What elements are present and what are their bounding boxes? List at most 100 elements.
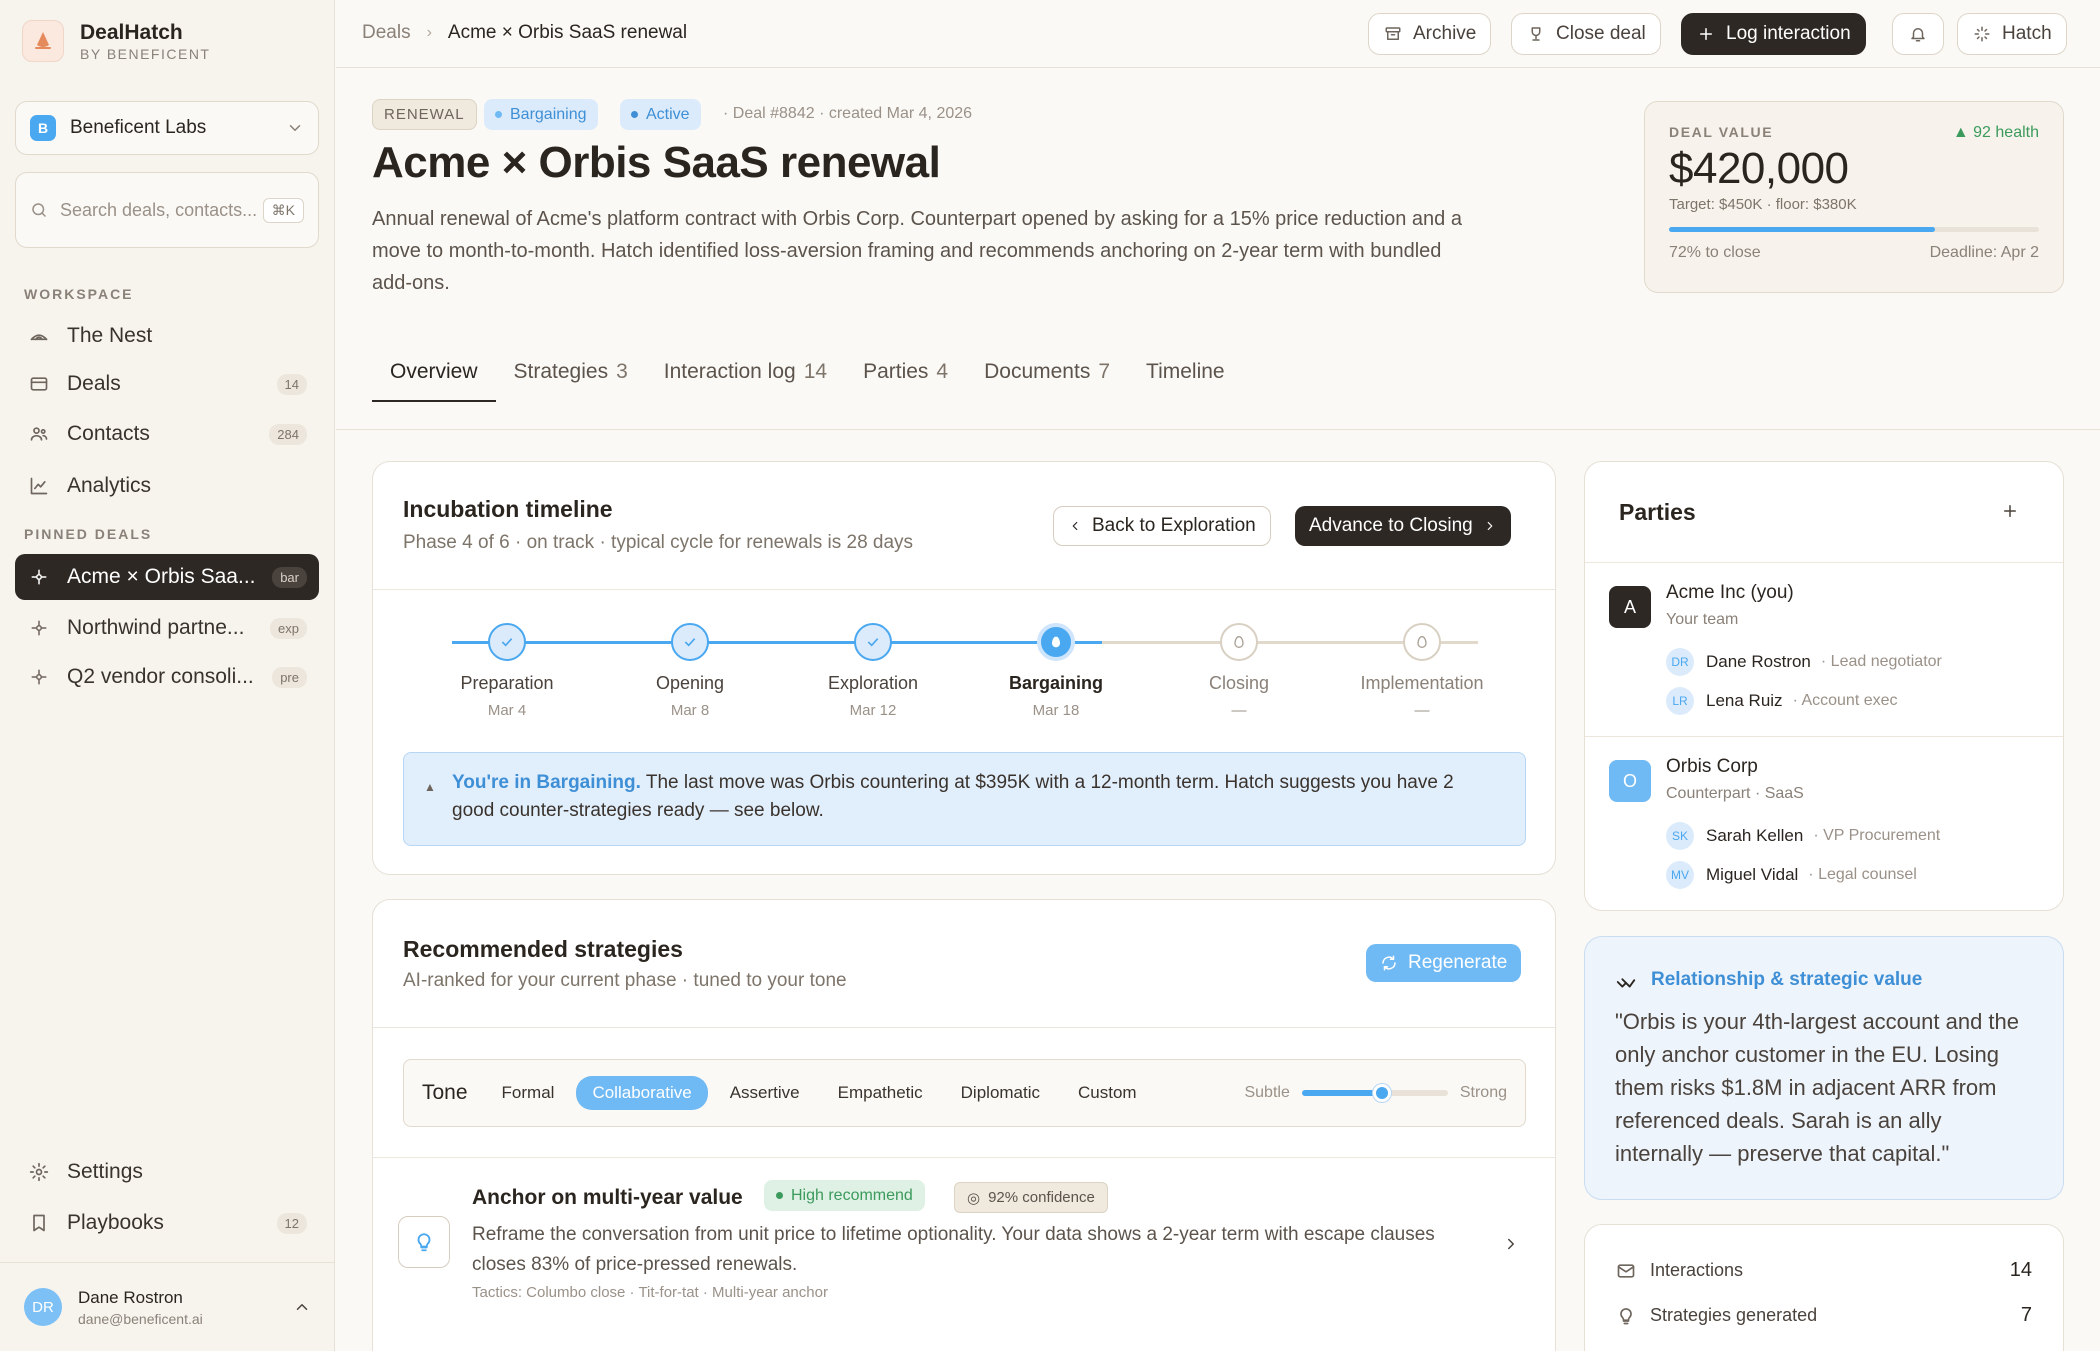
phase-tag-label: Bargaining (510, 105, 587, 123)
strategy-description: Reframe the conversation from unit price… (472, 1224, 1435, 1275)
strategy-tactics: Tactics: Columbo close · Tit-for-tat · M… (472, 1284, 828, 1301)
strategy-item[interactable]: Anchor on multi-year value High recommen… (372, 1157, 1556, 1329)
member-name: Sarah Kellen (1706, 826, 1804, 845)
archive-icon (1383, 24, 1403, 44)
step-closing[interactable]: Closing — (1159, 623, 1319, 719)
user-menu[interactable]: DR Dane Rostron dane@beneficent.ai (0, 1262, 335, 1351)
tab-interaction-log[interactable]: Interaction log 14 (646, 350, 845, 402)
tab-parties[interactable]: Parties 4 (845, 350, 966, 402)
step-bargaining[interactable]: Bargaining Mar 18 (976, 623, 1136, 719)
party-member[interactable]: MV Miguel Vidal · Legal counsel (1666, 861, 1917, 889)
regenerate-button[interactable]: Regenerate (1366, 944, 1522, 982)
pinned-deal-acme-orbis[interactable]: Acme × Orbis Saa... bar (15, 554, 319, 600)
step-preparation[interactable]: Preparation Mar 4 (427, 623, 587, 719)
tab-documents[interactable]: Documents 7 (966, 350, 1128, 402)
close-deal-button[interactable]: Close deal (1511, 13, 1661, 55)
tone-assertive[interactable]: Assertive (714, 1076, 816, 1110)
org-badge: B (30, 115, 56, 141)
nest-icon (27, 324, 51, 348)
add-party-icon[interactable] (2001, 502, 2019, 520)
party-member[interactable]: SK Sarah Kellen · VP Procurement (1666, 822, 1940, 850)
step-name: Exploration (827, 673, 919, 693)
slider-max-label: Strong (1459, 1084, 1507, 1101)
member-name: Miguel Vidal (1706, 865, 1799, 884)
step-opening[interactable]: Opening Mar 8 (610, 623, 770, 719)
tone-collaborative[interactable]: Collaborative (576, 1076, 708, 1110)
search-shortcut: ⌘K (262, 197, 304, 223)
deal-value: $420,000 (1669, 144, 1849, 193)
stat-strategies: Strategies generated 7 (1616, 1304, 2032, 1327)
archive-button[interactable]: Archive (1368, 13, 1492, 55)
slider-fill (1301, 1090, 1383, 1096)
avatar: DR (1666, 648, 1694, 676)
tab-timeline[interactable]: Timeline (1128, 350, 1243, 402)
party-member[interactable]: LR Lena Ruiz · Account exec (1666, 687, 1898, 715)
gear-icon (27, 1160, 51, 1184)
log-interaction-button[interactable]: Log interaction (1681, 13, 1866, 55)
member-name: Dane Rostron (1706, 652, 1811, 671)
deal-stats-card (1584, 1224, 2064, 1351)
advance-to-closing-button[interactable]: Advance to Closing (1295, 506, 1511, 546)
relationship-title: Relationship & strategic value (1651, 969, 1923, 990)
relationship-card: Relationship & strategic value "Orbis is… (1584, 936, 2064, 1200)
contacts-count: 284 (269, 423, 307, 445)
hatch-button[interactable]: Hatch (1957, 13, 2067, 55)
step-implementation[interactable]: Implementation — (1342, 623, 1502, 719)
nav-item-contacts[interactable]: Contacts 284 (15, 411, 319, 457)
tab-label: Overview (390, 360, 478, 383)
hatch-mini-icon: ▲ (424, 780, 436, 794)
pinned-deal-q2-vendor[interactable]: Q2 vendor consoli... pre (15, 654, 319, 700)
trophy-icon (1526, 24, 1546, 44)
check-icon (854, 623, 892, 661)
slider-handle[interactable] (1373, 1084, 1392, 1102)
nav-item-deals[interactable]: Deals 14 (15, 361, 319, 407)
nav-item-settings[interactable]: Settings (15, 1149, 319, 1195)
search-input[interactable]: Search deals, contacts... ⌘K (15, 172, 319, 248)
step-exploration[interactable]: Exploration Mar 12 (793, 623, 953, 719)
nav-item-analytics[interactable]: Analytics (15, 463, 319, 509)
user-name: Dane Rostron (78, 1287, 183, 1307)
nav-item-the-nest[interactable]: The Nest (15, 313, 319, 359)
step-date: Mar 4 (487, 702, 527, 719)
notifications-button[interactable] (1892, 13, 1944, 55)
brand[interactable]: DealHatch BY BENEFICENT (22, 20, 211, 62)
sparkle-icon (1972, 24, 1992, 44)
member-role: · VP Procurement (1813, 827, 1941, 844)
analytics-icon (27, 474, 51, 498)
back-to-exploration-button[interactable]: Back to Exploration (1053, 506, 1271, 546)
pinned-deal-northwind[interactable]: Northwind partne... exp (15, 605, 319, 651)
breadcrumb: Deals › Acme × Orbis SaaS renewal (362, 22, 687, 44)
party-member[interactable]: DR Dane Rostron · Lead negotiator (1666, 648, 1942, 676)
breadcrumb-deals[interactable]: Deals (362, 22, 411, 44)
intensity-slider[interactable] (1301, 1084, 1448, 1102)
avatar: LR (1666, 687, 1694, 715)
step-date: Mar 8 (670, 702, 710, 719)
tone-formal[interactable]: Formal (486, 1076, 571, 1110)
pinned-section-label: PINNED DEALS (24, 526, 153, 542)
step-date: Mar 18 (1032, 702, 1080, 719)
deal-target: Target: $450K · floor: $380K (1669, 196, 1857, 213)
pinned-deal-badge: pre (272, 666, 307, 688)
health-score-label: 92 health (1973, 124, 2039, 141)
nav-item-playbooks[interactable]: Playbooks 12 (15, 1200, 319, 1246)
intensity-slider-group: Subtle Strong (1244, 1084, 1507, 1102)
tab-overview[interactable]: Overview (372, 350, 496, 402)
tone-empathetic[interactable]: Empathetic (822, 1076, 939, 1110)
tone-diplomatic[interactable]: Diplomatic (945, 1076, 1056, 1110)
deals-count: 14 (276, 373, 307, 395)
chevron-left-icon (1068, 519, 1082, 533)
deal-value-card: DEAL VALUE ▲ 92 health $420,000 Target: … (1644, 101, 2064, 293)
tabs-divider (336, 429, 2100, 430)
top-bar: Deals › Acme × Orbis SaaS renewal Archiv… (336, 0, 2100, 68)
sidebar: DealHatch BY BENEFICENT B Beneficent Lab… (0, 0, 335, 1351)
org-selector[interactable]: B Beneficent Labs (15, 101, 319, 155)
tab-label: Documents (984, 360, 1091, 383)
deals-icon (27, 372, 51, 396)
stat-label: Strategies generated (1650, 1305, 1818, 1325)
tab-strategies[interactable]: Strategies 3 (496, 350, 646, 402)
tone-custom[interactable]: Custom (1062, 1076, 1153, 1110)
member-name: Lena Ruiz (1706, 691, 1783, 710)
recommend-label: High recommend (791, 1186, 913, 1204)
timeline-subtitle: Phase 4 of 6 · on track · typical cycle … (403, 532, 914, 553)
progress-label: 72% to close (1669, 244, 1761, 261)
